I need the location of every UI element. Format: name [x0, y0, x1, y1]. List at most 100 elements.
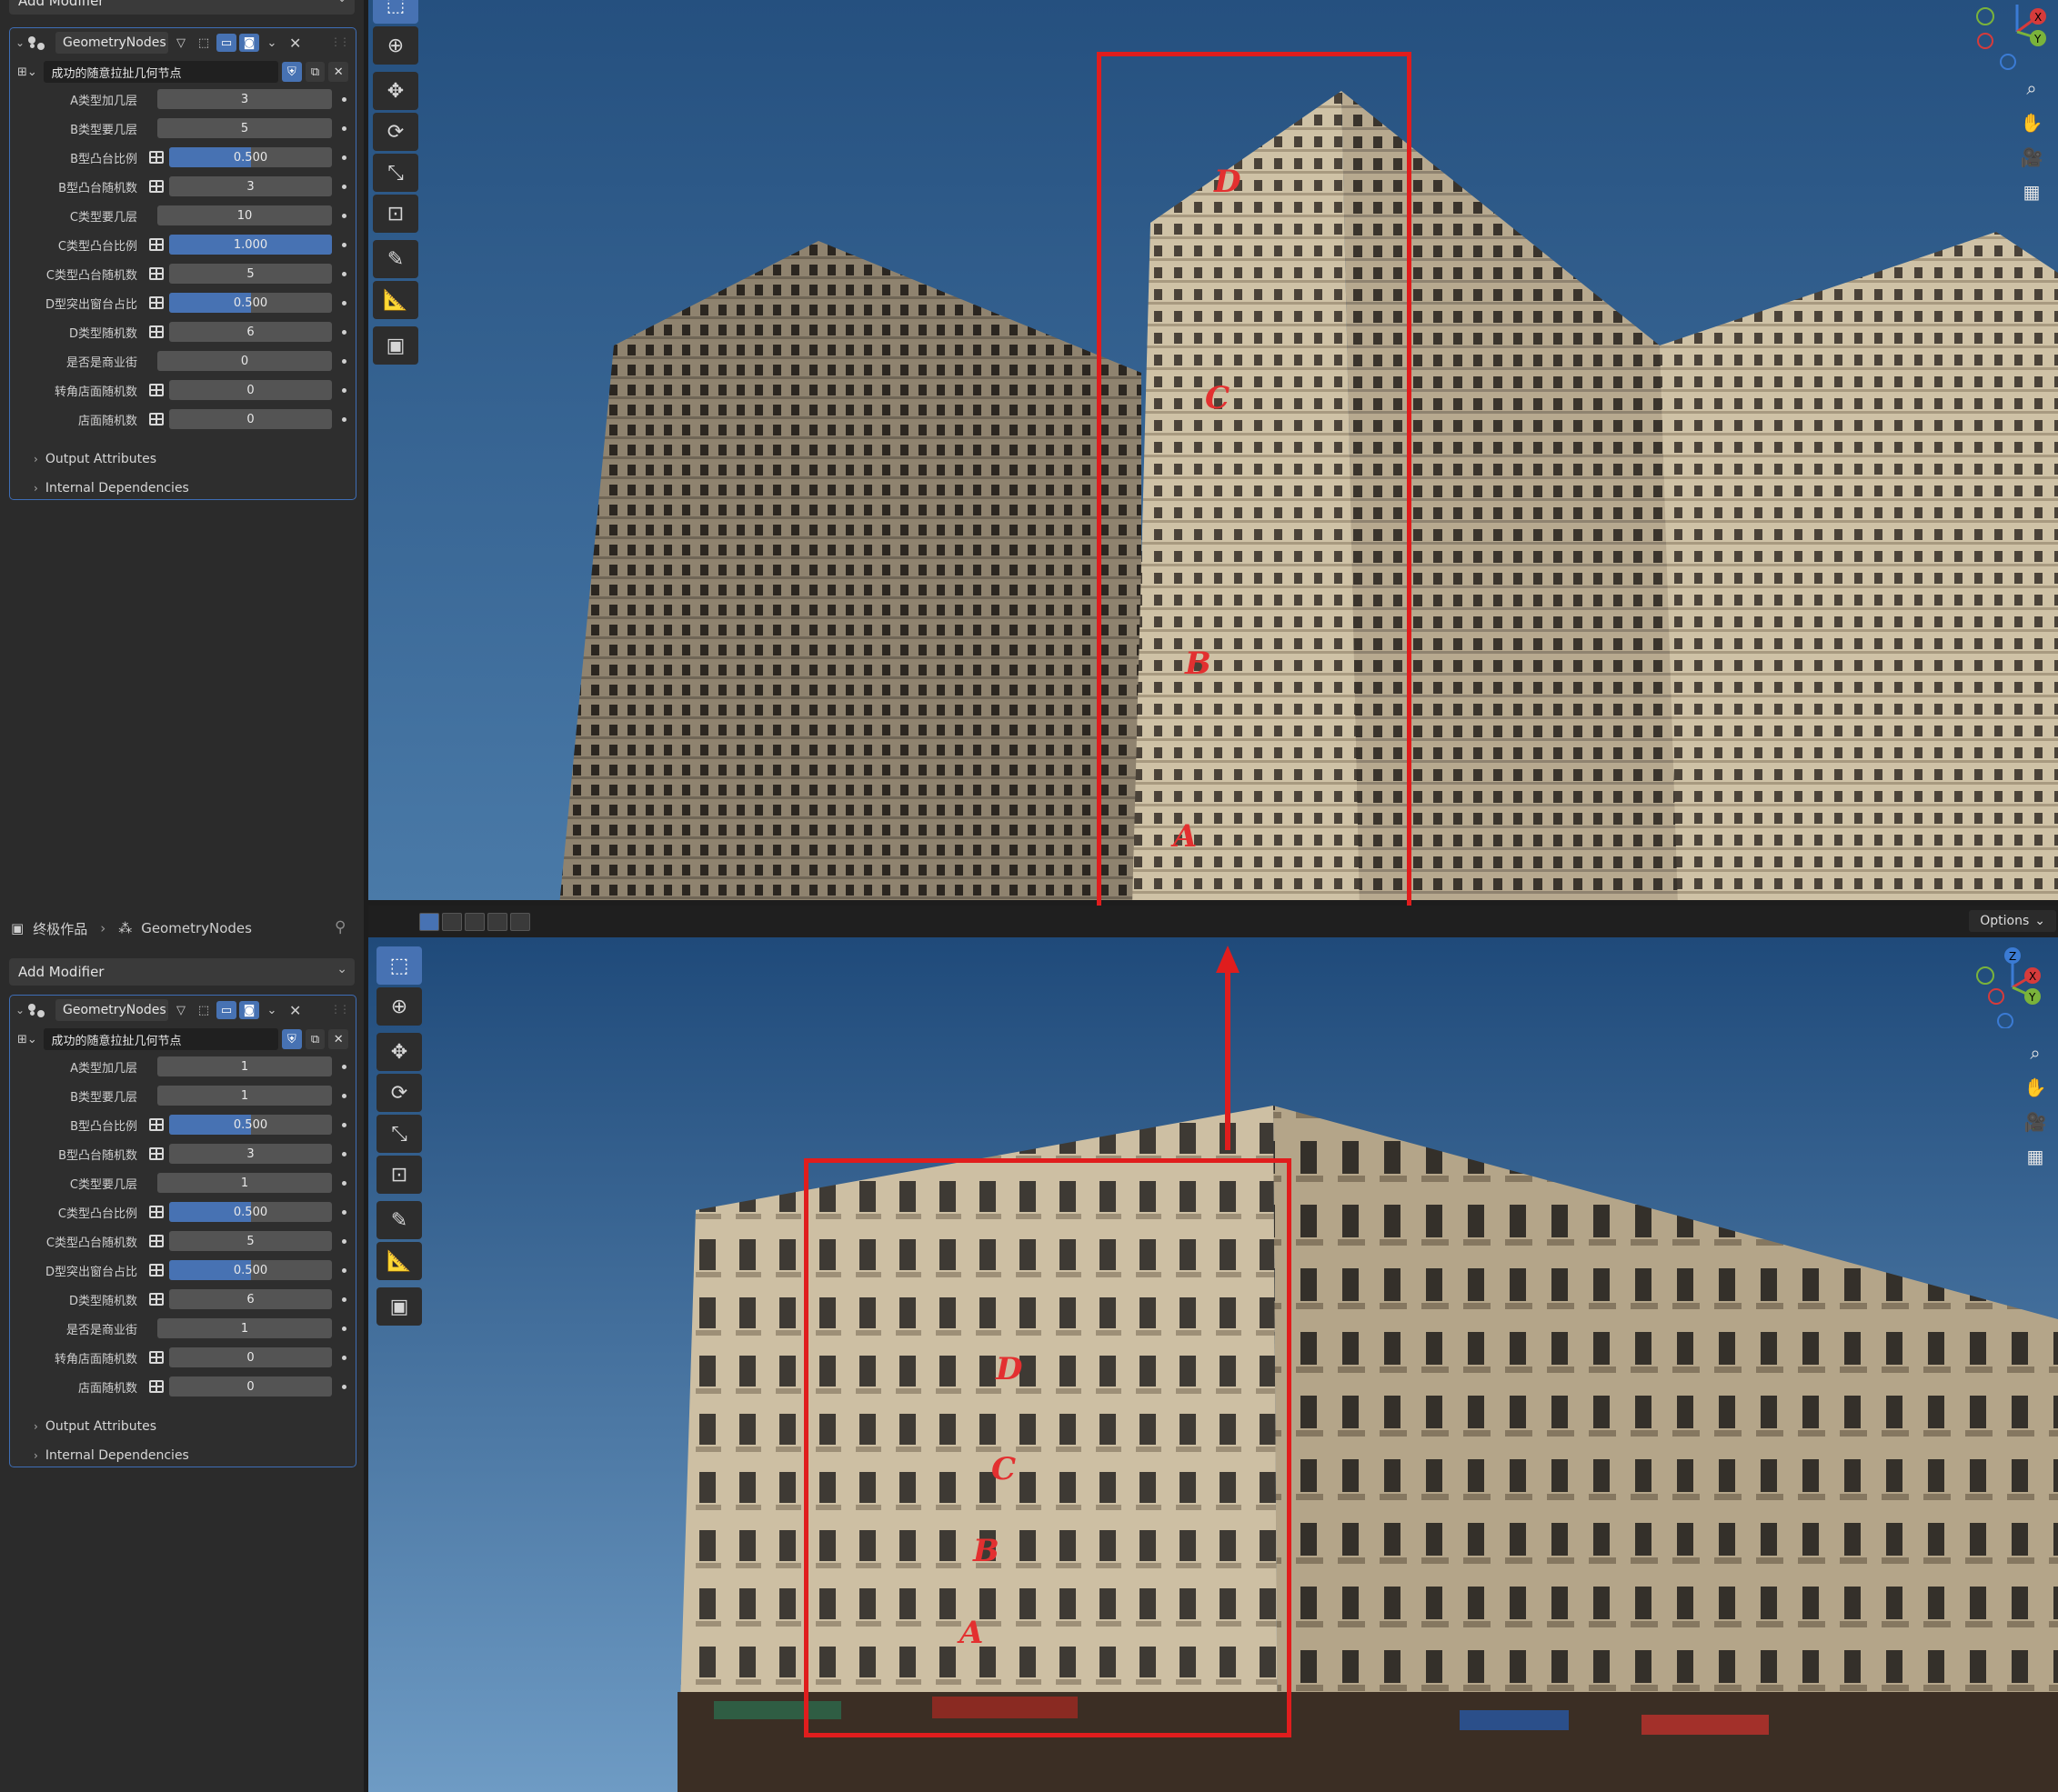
- keyframe-dot-icon[interactable]: [342, 1209, 346, 1215]
- fake-user-shield-icon[interactable]: ⛨: [282, 1029, 302, 1049]
- attribute-toggle-icon[interactable]: [146, 1232, 166, 1250]
- collapse-icon[interactable]: ⌄: [15, 1004, 28, 1016]
- add-cube-tool-icon[interactable]: ▣: [376, 1287, 422, 1326]
- attribute-toggle-icon[interactable]: [146, 1377, 166, 1396]
- node-tree-icon[interactable]: ⊞⌄: [17, 1033, 44, 1046]
- measure-tool-icon[interactable]: 📐: [373, 281, 418, 319]
- keyframe-dot-icon[interactable]: [342, 1267, 346, 1273]
- attribute-toggle-icon[interactable]: [146, 323, 166, 341]
- cursor-tool-icon[interactable]: ⊕: [373, 26, 418, 65]
- internal-dependencies-section[interactable]: › Internal Dependencies: [34, 1448, 189, 1463]
- drag-handle-icon[interactable]: ⋮⋮: [330, 1003, 350, 1016]
- transform-tool-icon[interactable]: ⊡: [376, 1156, 422, 1194]
- keyframe-dot-icon[interactable]: [342, 96, 346, 102]
- attribute-toggle-icon[interactable]: [146, 1290, 166, 1308]
- param-value-input[interactable]: 5: [157, 118, 332, 138]
- keyframe-dot-icon[interactable]: [342, 1151, 346, 1156]
- keyframe-dot-icon[interactable]: [342, 1355, 346, 1360]
- select-difference-icon[interactable]: [487, 913, 507, 931]
- param-value-input[interactable]: 1: [157, 1318, 332, 1338]
- keyframe-dot-icon[interactable]: [342, 387, 346, 393]
- attribute-toggle-icon[interactable]: [146, 235, 166, 254]
- select-box-tool-icon[interactable]: ⬚: [376, 946, 422, 985]
- param-value-input[interactable]: 0.500: [169, 1202, 332, 1222]
- param-value-input[interactable]: 0: [169, 380, 332, 400]
- remove-modifier-icon[interactable]: ✕: [289, 35, 301, 52]
- breadcrumb-object[interactable]: 终极作品: [33, 919, 87, 938]
- measure-tool-icon[interactable]: 📐: [376, 1242, 422, 1280]
- keyframe-dot-icon[interactable]: [342, 300, 346, 305]
- viewport-display-icon[interactable]: ▭: [216, 34, 236, 52]
- rotate-tool-icon[interactable]: ⟳: [376, 1074, 422, 1112]
- collapse-icon[interactable]: ⌄: [15, 36, 28, 49]
- param-value-input[interactable]: 3: [157, 89, 332, 109]
- internal-dependencies-section[interactable]: › Internal Dependencies: [34, 481, 189, 496]
- param-value-input[interactable]: 1: [157, 1056, 332, 1076]
- param-value-input[interactable]: 1: [157, 1173, 332, 1193]
- move-tool-icon[interactable]: ✥: [376, 1033, 422, 1071]
- camera-view-icon[interactable]: 🎥: [2014, 142, 2049, 173]
- param-value-input[interactable]: 3: [169, 176, 332, 196]
- select-new-icon[interactable]: [419, 913, 439, 931]
- keyframe-dot-icon[interactable]: [342, 358, 346, 364]
- keyframe-dot-icon[interactable]: [342, 213, 346, 218]
- edit-mode-cage-icon[interactable]: ▽: [171, 34, 191, 52]
- keyframe-dot-icon[interactable]: [342, 1180, 346, 1186]
- attribute-toggle-icon[interactable]: [146, 1348, 166, 1367]
- param-value-input[interactable]: 0.500: [169, 1260, 332, 1280]
- unlink-icon[interactable]: ✕: [328, 1029, 348, 1049]
- pin-icon[interactable]: ⚲: [335, 918, 351, 936]
- param-value-input[interactable]: 6: [169, 1289, 332, 1309]
- add-modifier-dropdown[interactable]: Add Modifier ⌄: [9, 958, 355, 986]
- param-value-input[interactable]: 5: [169, 1231, 332, 1251]
- node-tree-icon[interactable]: ⊞⌄: [17, 65, 44, 79]
- select-box-tool-icon[interactable]: ⬚: [373, 0, 418, 24]
- param-value-input[interactable]: 0.500: [169, 147, 332, 167]
- keyframe-dot-icon[interactable]: [342, 416, 346, 422]
- attribute-toggle-icon[interactable]: [146, 1203, 166, 1221]
- param-value-input[interactable]: 0: [157, 351, 332, 371]
- breadcrumb-modifier[interactable]: GeometryNodes: [141, 920, 252, 936]
- camera-view-icon[interactable]: 🎥: [2018, 1106, 2053, 1137]
- attribute-toggle-icon[interactable]: [146, 1116, 166, 1134]
- attribute-toggle-icon[interactable]: [146, 1261, 166, 1279]
- output-attributes-section[interactable]: › Output Attributes: [34, 1419, 156, 1434]
- param-value-input[interactable]: 5: [169, 264, 332, 284]
- keyframe-dot-icon[interactable]: [342, 125, 346, 131]
- param-value-input[interactable]: 3: [169, 1144, 332, 1164]
- keyframe-dot-icon[interactable]: [342, 1238, 346, 1244]
- render-camera-icon[interactable]: ◙: [239, 34, 259, 52]
- duplicate-icon[interactable]: ⧉: [305, 62, 326, 82]
- transform-tool-icon[interactable]: ⊡: [373, 195, 418, 233]
- param-value-input[interactable]: 0.500: [169, 293, 332, 313]
- keyframe-dot-icon[interactable]: [342, 155, 346, 160]
- keyframe-dot-icon[interactable]: [342, 1296, 346, 1302]
- axis-gizmo-top[interactable]: X Y: [1967, 0, 2049, 73]
- param-value-input[interactable]: 0: [169, 1377, 332, 1397]
- viewport-top[interactable]: ⬚ ⊕ ✥ ⟳ ⤡ ⊡ ✎ 📐 ▣ ⌕ ✋ 🎥 ▦ X Y D C B A: [368, 0, 2058, 906]
- annotate-tool-icon[interactable]: ✎: [373, 240, 418, 278]
- modifier-name-field[interactable]: GeometryNodes: [55, 999, 168, 1021]
- zoom-icon[interactable]: ⌕: [2014, 73, 2049, 104]
- modifier-menu-chevron-icon[interactable]: ⌄: [262, 1001, 282, 1019]
- remove-modifier-icon[interactable]: ✕: [289, 1002, 301, 1019]
- options-dropdown[interactable]: Options ⌄: [1969, 910, 2056, 932]
- keyframe-dot-icon[interactable]: [342, 1093, 346, 1098]
- output-attributes-section[interactable]: › Output Attributes: [34, 452, 156, 466]
- render-camera-icon[interactable]: ◙: [239, 1001, 259, 1019]
- edit-mode-icon[interactable]: ⬚: [194, 1001, 214, 1019]
- edit-mode-cage-icon[interactable]: ▽: [171, 1001, 191, 1019]
- unlink-icon[interactable]: ✕: [328, 62, 348, 82]
- keyframe-dot-icon[interactable]: [342, 242, 346, 247]
- attribute-toggle-icon[interactable]: [146, 410, 166, 428]
- keyframe-dot-icon[interactable]: [342, 1064, 346, 1069]
- param-value-input[interactable]: 10: [157, 205, 332, 225]
- scale-tool-icon[interactable]: ⤡: [376, 1115, 422, 1153]
- node-tree-field[interactable]: 成功的随意拉扯几何节点: [44, 61, 279, 83]
- param-value-input[interactable]: 1: [157, 1086, 332, 1106]
- keyframe-dot-icon[interactable]: [342, 184, 346, 189]
- select-extend-icon[interactable]: [442, 913, 462, 931]
- cursor-tool-icon[interactable]: ⊕: [376, 987, 422, 1026]
- scale-tool-icon[interactable]: ⤡: [373, 154, 418, 192]
- edit-mode-icon[interactable]: ⬚: [194, 34, 214, 52]
